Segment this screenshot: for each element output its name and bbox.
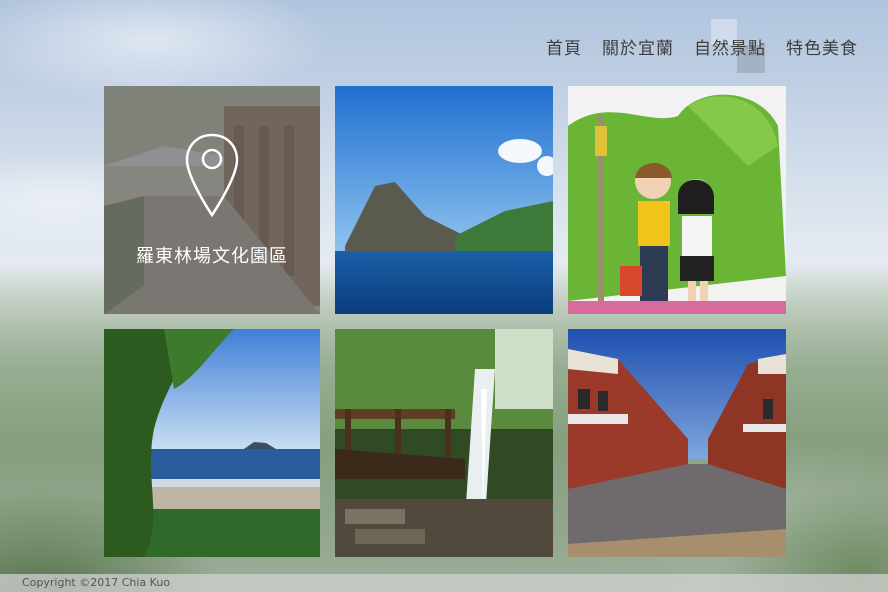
nav-item-nature-spots[interactable]: 自然景點 [694,34,766,59]
tile-caption: 羅東林場文化園區 [136,246,288,267]
gallery-tile-luodong-forestry[interactable]: 羅東林場文化園區 [104,86,320,314]
nav-item-about-yilan[interactable]: 關於宜蘭 [602,34,674,59]
nav-item-local-food[interactable]: 特色美食 [786,34,858,59]
nav-item-home[interactable]: 首頁 [546,34,582,59]
gallery-tile-waterfall[interactable] [335,329,553,557]
gallery-tile-turtle-island[interactable] [335,86,553,314]
footer: Copyright ©2017 Chia Kuo [0,574,888,592]
gallery-tile-old-street[interactable] [568,329,786,557]
sea-rock-photo [335,86,553,314]
gallery-tile-cartoon-statue[interactable] [568,86,786,314]
main-nav: 首頁 關於宜蘭 自然景點 特色美食 [546,34,858,59]
coast-photo [104,329,320,557]
old-street-photo [568,329,786,557]
gallery-tile-coastal-view[interactable] [104,329,320,557]
waterfall-photo [335,329,553,557]
statue-photo [568,86,786,314]
photo-gallery: 羅東林場文化園區 [104,86,786,557]
tile-overlay: 羅東林場文化園區 [104,86,320,314]
copyright-text: Copyright ©2017 Chia Kuo [22,576,171,589]
map-pin-icon [185,133,239,218]
